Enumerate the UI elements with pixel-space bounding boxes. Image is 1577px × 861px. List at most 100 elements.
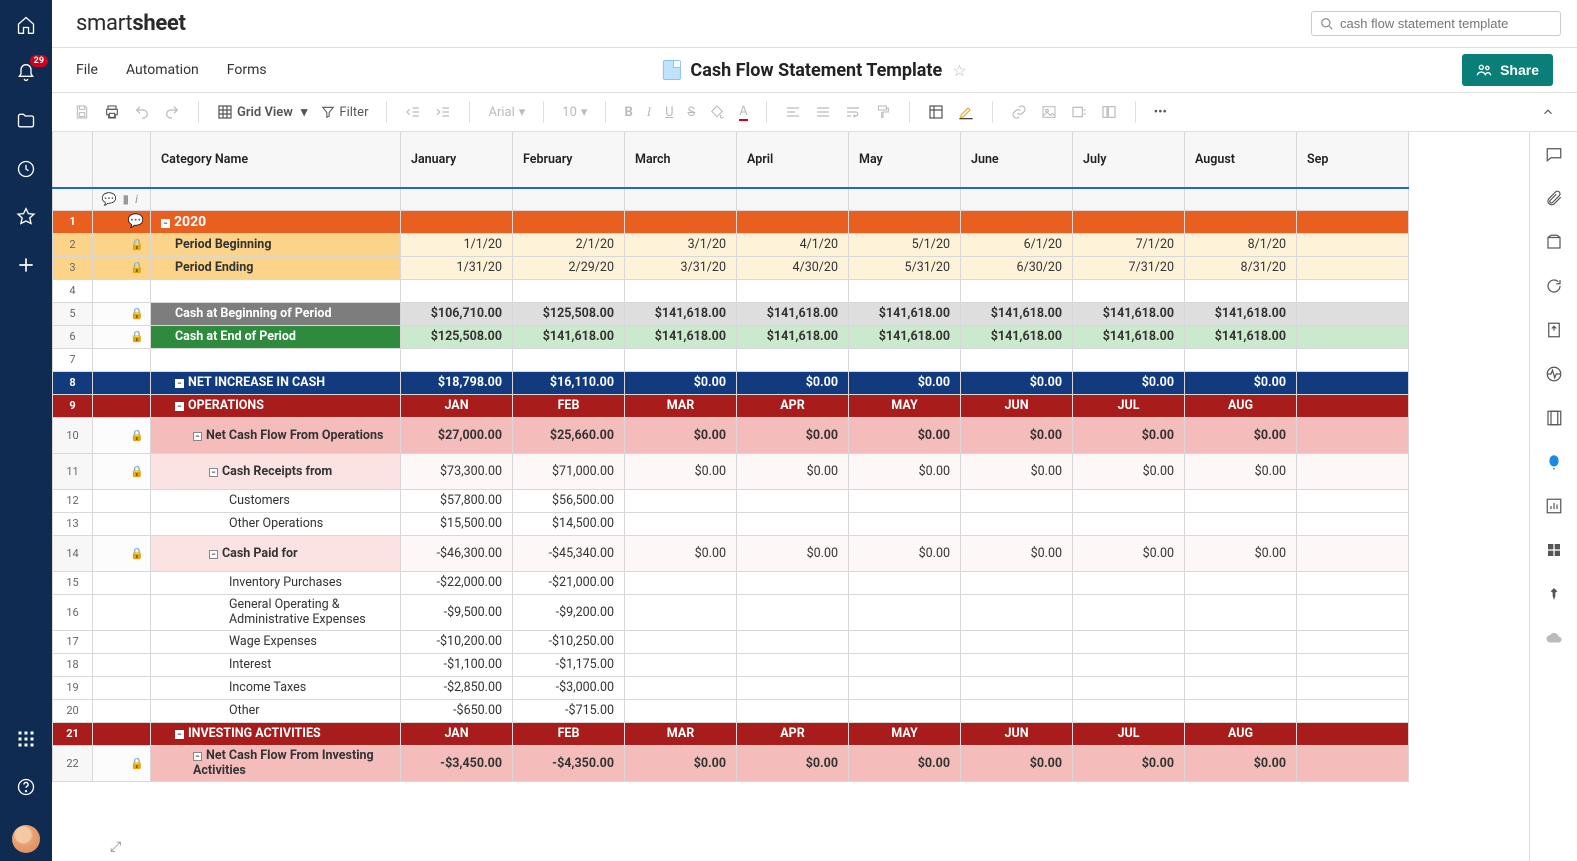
- data-cell[interactable]: -$10,250.00: [513, 630, 625, 653]
- data-cell[interactable]: $141,618.00: [625, 302, 737, 325]
- expand-toggle-icon[interactable]: −: [161, 219, 170, 228]
- data-cell[interactable]: [737, 653, 849, 676]
- grid-row[interactable]: 10🔒−Net Cash Flow From Operations$27,000…: [53, 417, 1409, 453]
- expand-toggle-icon[interactable]: −: [175, 730, 184, 739]
- image-icon[interactable]: [1035, 100, 1063, 124]
- month-column-header[interactable]: May: [849, 132, 961, 188]
- data-cell[interactable]: [961, 676, 1073, 699]
- data-cell[interactable]: $0.00: [1073, 535, 1185, 571]
- data-cell[interactable]: [1297, 325, 1409, 348]
- data-cell[interactable]: $71,000.00: [513, 453, 625, 489]
- favorites-icon[interactable]: [16, 207, 36, 227]
- expand-toggle-icon[interactable]: −: [193, 432, 202, 441]
- conversations-icon[interactable]: [1544, 144, 1564, 164]
- grid-row[interactable]: 7: [53, 348, 1409, 371]
- grid-row[interactable]: 22🔒−Net Cash Flow From Investing Activit…: [53, 745, 1409, 781]
- row-number[interactable]: 15: [53, 571, 93, 594]
- expand-toggle-icon[interactable]: −: [175, 402, 184, 411]
- italic-icon[interactable]: I: [641, 100, 657, 124]
- data-cell[interactable]: 6/30/20: [961, 256, 1073, 279]
- data-cell[interactable]: $0.00: [1185, 371, 1297, 394]
- data-cell[interactable]: -$3,450.00: [401, 745, 513, 781]
- grid-row[interactable]: 11🔒−Cash Receipts from$73,300.00$71,000.…: [53, 453, 1409, 489]
- row-number[interactable]: 5: [53, 302, 93, 325]
- month-column-header[interactable]: January: [401, 132, 513, 188]
- data-cell[interactable]: [1185, 630, 1297, 653]
- row-number[interactable]: 12: [53, 489, 93, 512]
- data-cell[interactable]: [1297, 745, 1409, 781]
- data-cell[interactable]: $0.00: [1185, 745, 1297, 781]
- data-cell[interactable]: [737, 630, 849, 653]
- expand-toggle-icon[interactable]: −: [175, 379, 184, 388]
- row-number[interactable]: 4: [53, 279, 93, 302]
- row-number[interactable]: 18: [53, 653, 93, 676]
- data-cell[interactable]: [1297, 348, 1409, 371]
- data-cell[interactable]: [961, 630, 1073, 653]
- data-cell[interactable]: [625, 279, 737, 302]
- category-cell[interactable]: −Cash Paid for: [151, 535, 401, 571]
- row-number[interactable]: 14: [53, 535, 93, 571]
- data-cell[interactable]: [1297, 594, 1409, 630]
- activity-log-icon[interactable]: [1544, 364, 1564, 384]
- data-cell[interactable]: $0.00: [849, 417, 961, 453]
- data-cell[interactable]: [1297, 394, 1409, 417]
- data-cell[interactable]: $141,618.00: [961, 302, 1073, 325]
- grid-row[interactable]: 6🔒Cash at End of Period$125,508.00$141,6…: [53, 325, 1409, 348]
- data-cell[interactable]: [849, 279, 961, 302]
- data-cell[interactable]: $0.00: [1185, 535, 1297, 571]
- grid-row[interactable]: 8−NET INCREASE IN CASH$18,798.00$16,110.…: [53, 371, 1409, 394]
- row-number[interactable]: 3: [53, 256, 93, 279]
- fill-color-icon[interactable]: [703, 100, 731, 124]
- data-cell[interactable]: $0.00: [1073, 453, 1185, 489]
- more-icon[interactable]: •••: [1148, 101, 1173, 124]
- data-cell[interactable]: [1297, 417, 1409, 453]
- data-cell[interactable]: $0.00: [737, 453, 849, 489]
- text-color-icon[interactable]: A: [733, 100, 753, 125]
- data-cell[interactable]: $141,618.00: [961, 325, 1073, 348]
- category-cell[interactable]: −Net Cash Flow From Investing Activities: [151, 745, 401, 781]
- data-cell[interactable]: $27,000.00: [401, 417, 513, 453]
- grid-row[interactable]: 9−OPERATIONSJANFEBMARAPRMAYJUNJULAUG: [53, 394, 1409, 417]
- pin-icon[interactable]: [1544, 584, 1564, 604]
- grid-row[interactable]: 1💬−2020: [53, 210, 1409, 233]
- conditional-format-icon[interactable]: [922, 100, 950, 124]
- month-column-header[interactable]: April: [737, 132, 849, 188]
- data-cell[interactable]: 4/30/20: [737, 256, 849, 279]
- row-number[interactable]: 11: [53, 453, 93, 489]
- category-cell[interactable]: Income Taxes: [151, 676, 401, 699]
- data-cell[interactable]: [737, 210, 849, 233]
- data-cell[interactable]: $14,500.00: [513, 512, 625, 535]
- favorite-star-icon[interactable]: ☆: [952, 61, 966, 80]
- wrap-text-icon[interactable]: [839, 100, 867, 124]
- data-cell[interactable]: $0.00: [961, 371, 1073, 394]
- data-cell[interactable]: [1073, 279, 1185, 302]
- data-cell[interactable]: -$9,200.00: [513, 594, 625, 630]
- row-number[interactable]: 21: [53, 722, 93, 745]
- category-cell[interactable]: −NET INCREASE IN CASH: [151, 371, 401, 394]
- grid-row[interactable]: 14🔒−Cash Paid for-$46,300.00-$45,340.00$…: [53, 535, 1409, 571]
- month-column-header[interactable]: August: [1185, 132, 1297, 188]
- category-cell[interactable]: −Net Cash Flow From Operations: [151, 417, 401, 453]
- lock-column-icon[interactable]: [1095, 100, 1123, 124]
- data-cell[interactable]: [1297, 571, 1409, 594]
- data-cell[interactable]: 6/1/20: [961, 233, 1073, 256]
- strikethrough-icon[interactable]: S: [682, 101, 702, 124]
- data-cell[interactable]: 8/1/20: [1185, 233, 1297, 256]
- data-cell[interactable]: $73,300.00: [401, 453, 513, 489]
- data-cell[interactable]: [625, 489, 737, 512]
- recents-icon[interactable]: [16, 159, 36, 179]
- data-cell[interactable]: [1297, 210, 1409, 233]
- data-cell[interactable]: -$46,300.00: [401, 535, 513, 571]
- data-cell[interactable]: $0.00: [1185, 417, 1297, 453]
- data-cell[interactable]: [849, 594, 961, 630]
- data-cell[interactable]: [849, 210, 961, 233]
- data-cell[interactable]: $141,618.00: [1073, 325, 1185, 348]
- category-cell[interactable]: [151, 348, 401, 371]
- underline-icon[interactable]: U: [659, 101, 679, 124]
- category-cell[interactable]: Wage Expenses: [151, 630, 401, 653]
- data-cell[interactable]: $0.00: [737, 535, 849, 571]
- data-cell[interactable]: AUG: [1185, 722, 1297, 745]
- expand-toggle-icon[interactable]: −: [209, 468, 218, 477]
- data-cell[interactable]: $15,500.00: [401, 512, 513, 535]
- comment-icon[interactable]: 💬: [128, 214, 144, 229]
